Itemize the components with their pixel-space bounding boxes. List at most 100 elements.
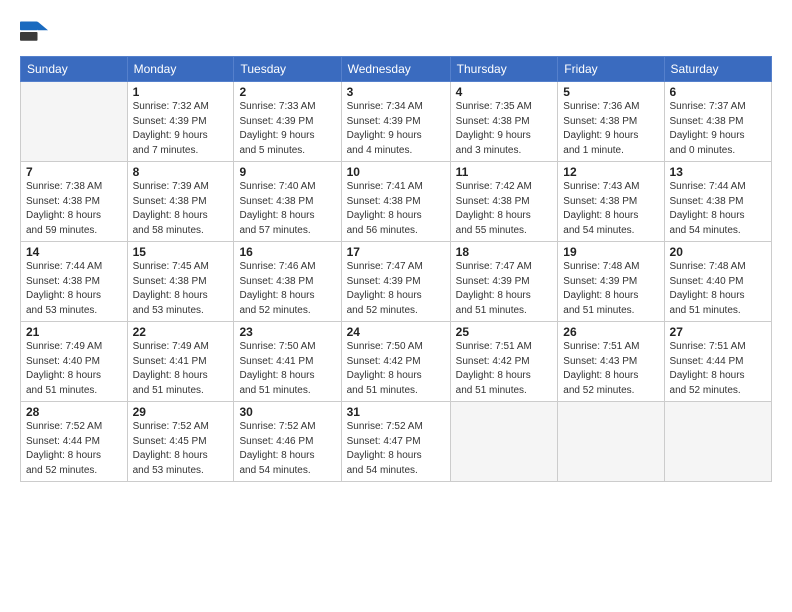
calendar-cell (558, 402, 664, 482)
calendar-week-row: 21Sunrise: 7:49 AM Sunset: 4:40 PM Dayli… (21, 322, 772, 402)
calendar-cell: 31Sunrise: 7:52 AM Sunset: 4:47 PM Dayli… (341, 402, 450, 482)
calendar-cell: 20Sunrise: 7:48 AM Sunset: 4:40 PM Dayli… (664, 242, 771, 322)
day-info: Sunrise: 7:40 AM Sunset: 4:38 PM Dayligh… (239, 180, 335, 238)
day-info: Sunrise: 7:52 AM Sunset: 4:46 PM Dayligh… (239, 420, 335, 478)
calendar-cell: 17Sunrise: 7:47 AM Sunset: 4:39 PM Dayli… (341, 242, 450, 322)
day-info: Sunrise: 7:51 AM Sunset: 4:44 PM Dayligh… (670, 340, 766, 398)
calendar-cell (450, 402, 558, 482)
day-number: 24 (347, 325, 445, 339)
day-info: Sunrise: 7:46 AM Sunset: 4:38 PM Dayligh… (239, 260, 335, 318)
calendar-cell: 22Sunrise: 7:49 AM Sunset: 4:41 PM Dayli… (127, 322, 234, 402)
calendar-header-row: SundayMondayTuesdayWednesdayThursdayFrid… (21, 57, 772, 82)
day-number: 9 (239, 165, 335, 179)
day-info: Sunrise: 7:52 AM Sunset: 4:44 PM Dayligh… (26, 420, 122, 478)
calendar-cell: 15Sunrise: 7:45 AM Sunset: 4:38 PM Dayli… (127, 242, 234, 322)
day-number: 23 (239, 325, 335, 339)
calendar-cell: 12Sunrise: 7:43 AM Sunset: 4:38 PM Dayli… (558, 162, 664, 242)
day-number: 18 (456, 245, 553, 259)
calendar-cell: 3Sunrise: 7:34 AM Sunset: 4:39 PM Daylig… (341, 82, 450, 162)
day-info: Sunrise: 7:52 AM Sunset: 4:47 PM Dayligh… (347, 420, 445, 478)
calendar-cell: 11Sunrise: 7:42 AM Sunset: 4:38 PM Dayli… (450, 162, 558, 242)
day-number: 14 (26, 245, 122, 259)
logo-icon (20, 18, 48, 46)
day-info: Sunrise: 7:47 AM Sunset: 4:39 PM Dayligh… (456, 260, 553, 318)
day-info: Sunrise: 7:48 AM Sunset: 4:40 PM Dayligh… (670, 260, 766, 318)
calendar-week-row: 7Sunrise: 7:38 AM Sunset: 4:38 PM Daylig… (21, 162, 772, 242)
day-info: Sunrise: 7:48 AM Sunset: 4:39 PM Dayligh… (563, 260, 658, 318)
day-info: Sunrise: 7:38 AM Sunset: 4:38 PM Dayligh… (26, 180, 122, 238)
day-number: 17 (347, 245, 445, 259)
day-number: 19 (563, 245, 658, 259)
day-number: 2 (239, 85, 335, 99)
calendar-cell: 30Sunrise: 7:52 AM Sunset: 4:46 PM Dayli… (234, 402, 341, 482)
calendar-cell: 23Sunrise: 7:50 AM Sunset: 4:41 PM Dayli… (234, 322, 341, 402)
calendar-cell (21, 82, 128, 162)
day-number: 29 (133, 405, 229, 419)
day-number: 10 (347, 165, 445, 179)
calendar-cell: 8Sunrise: 7:39 AM Sunset: 4:38 PM Daylig… (127, 162, 234, 242)
day-info: Sunrise: 7:47 AM Sunset: 4:39 PM Dayligh… (347, 260, 445, 318)
day-info: Sunrise: 7:52 AM Sunset: 4:45 PM Dayligh… (133, 420, 229, 478)
day-info: Sunrise: 7:51 AM Sunset: 4:42 PM Dayligh… (456, 340, 553, 398)
calendar-header-tuesday: Tuesday (234, 57, 341, 82)
calendar-cell: 21Sunrise: 7:49 AM Sunset: 4:40 PM Dayli… (21, 322, 128, 402)
day-number: 7 (26, 165, 122, 179)
calendar-cell: 2Sunrise: 7:33 AM Sunset: 4:39 PM Daylig… (234, 82, 341, 162)
day-info: Sunrise: 7:49 AM Sunset: 4:41 PM Dayligh… (133, 340, 229, 398)
day-number: 16 (239, 245, 335, 259)
calendar-cell: 29Sunrise: 7:52 AM Sunset: 4:45 PM Dayli… (127, 402, 234, 482)
day-info: Sunrise: 7:44 AM Sunset: 4:38 PM Dayligh… (26, 260, 122, 318)
day-info: Sunrise: 7:36 AM Sunset: 4:38 PM Dayligh… (563, 100, 658, 158)
calendar-header-thursday: Thursday (450, 57, 558, 82)
calendar-cell: 25Sunrise: 7:51 AM Sunset: 4:42 PM Dayli… (450, 322, 558, 402)
day-number: 21 (26, 325, 122, 339)
day-info: Sunrise: 7:45 AM Sunset: 4:38 PM Dayligh… (133, 260, 229, 318)
calendar-cell: 18Sunrise: 7:47 AM Sunset: 4:39 PM Dayli… (450, 242, 558, 322)
day-number: 13 (670, 165, 766, 179)
calendar-cell: 4Sunrise: 7:35 AM Sunset: 4:38 PM Daylig… (450, 82, 558, 162)
calendar-header-sunday: Sunday (21, 57, 128, 82)
day-number: 30 (239, 405, 335, 419)
day-info: Sunrise: 7:34 AM Sunset: 4:39 PM Dayligh… (347, 100, 445, 158)
day-number: 4 (456, 85, 553, 99)
day-number: 25 (456, 325, 553, 339)
day-number: 8 (133, 165, 229, 179)
day-number: 27 (670, 325, 766, 339)
day-number: 1 (133, 85, 229, 99)
header (20, 18, 772, 46)
logo (20, 18, 50, 46)
calendar-header-friday: Friday (558, 57, 664, 82)
day-info: Sunrise: 7:41 AM Sunset: 4:38 PM Dayligh… (347, 180, 445, 238)
calendar-header-wednesday: Wednesday (341, 57, 450, 82)
calendar-week-row: 1Sunrise: 7:32 AM Sunset: 4:39 PM Daylig… (21, 82, 772, 162)
day-info: Sunrise: 7:39 AM Sunset: 4:38 PM Dayligh… (133, 180, 229, 238)
calendar-cell: 19Sunrise: 7:48 AM Sunset: 4:39 PM Dayli… (558, 242, 664, 322)
day-info: Sunrise: 7:44 AM Sunset: 4:38 PM Dayligh… (670, 180, 766, 238)
page: SundayMondayTuesdayWednesdayThursdayFrid… (0, 0, 792, 612)
day-number: 5 (563, 85, 658, 99)
calendar-cell: 7Sunrise: 7:38 AM Sunset: 4:38 PM Daylig… (21, 162, 128, 242)
calendar-cell: 6Sunrise: 7:37 AM Sunset: 4:38 PM Daylig… (664, 82, 771, 162)
day-number: 28 (26, 405, 122, 419)
day-number: 12 (563, 165, 658, 179)
calendar-cell: 27Sunrise: 7:51 AM Sunset: 4:44 PM Dayli… (664, 322, 771, 402)
calendar-week-row: 14Sunrise: 7:44 AM Sunset: 4:38 PM Dayli… (21, 242, 772, 322)
day-info: Sunrise: 7:49 AM Sunset: 4:40 PM Dayligh… (26, 340, 122, 398)
day-info: Sunrise: 7:43 AM Sunset: 4:38 PM Dayligh… (563, 180, 658, 238)
calendar-cell: 28Sunrise: 7:52 AM Sunset: 4:44 PM Dayli… (21, 402, 128, 482)
calendar-header-saturday: Saturday (664, 57, 771, 82)
day-info: Sunrise: 7:33 AM Sunset: 4:39 PM Dayligh… (239, 100, 335, 158)
day-number: 6 (670, 85, 766, 99)
calendar-cell: 10Sunrise: 7:41 AM Sunset: 4:38 PM Dayli… (341, 162, 450, 242)
calendar-cell: 16Sunrise: 7:46 AM Sunset: 4:38 PM Dayli… (234, 242, 341, 322)
calendar-cell: 13Sunrise: 7:44 AM Sunset: 4:38 PM Dayli… (664, 162, 771, 242)
calendar-cell: 26Sunrise: 7:51 AM Sunset: 4:43 PM Dayli… (558, 322, 664, 402)
day-number: 15 (133, 245, 229, 259)
calendar-week-row: 28Sunrise: 7:52 AM Sunset: 4:44 PM Dayli… (21, 402, 772, 482)
day-number: 20 (670, 245, 766, 259)
day-info: Sunrise: 7:51 AM Sunset: 4:43 PM Dayligh… (563, 340, 658, 398)
day-number: 31 (347, 405, 445, 419)
calendar-cell (664, 402, 771, 482)
calendar-cell: 9Sunrise: 7:40 AM Sunset: 4:38 PM Daylig… (234, 162, 341, 242)
day-info: Sunrise: 7:32 AM Sunset: 4:39 PM Dayligh… (133, 100, 229, 158)
